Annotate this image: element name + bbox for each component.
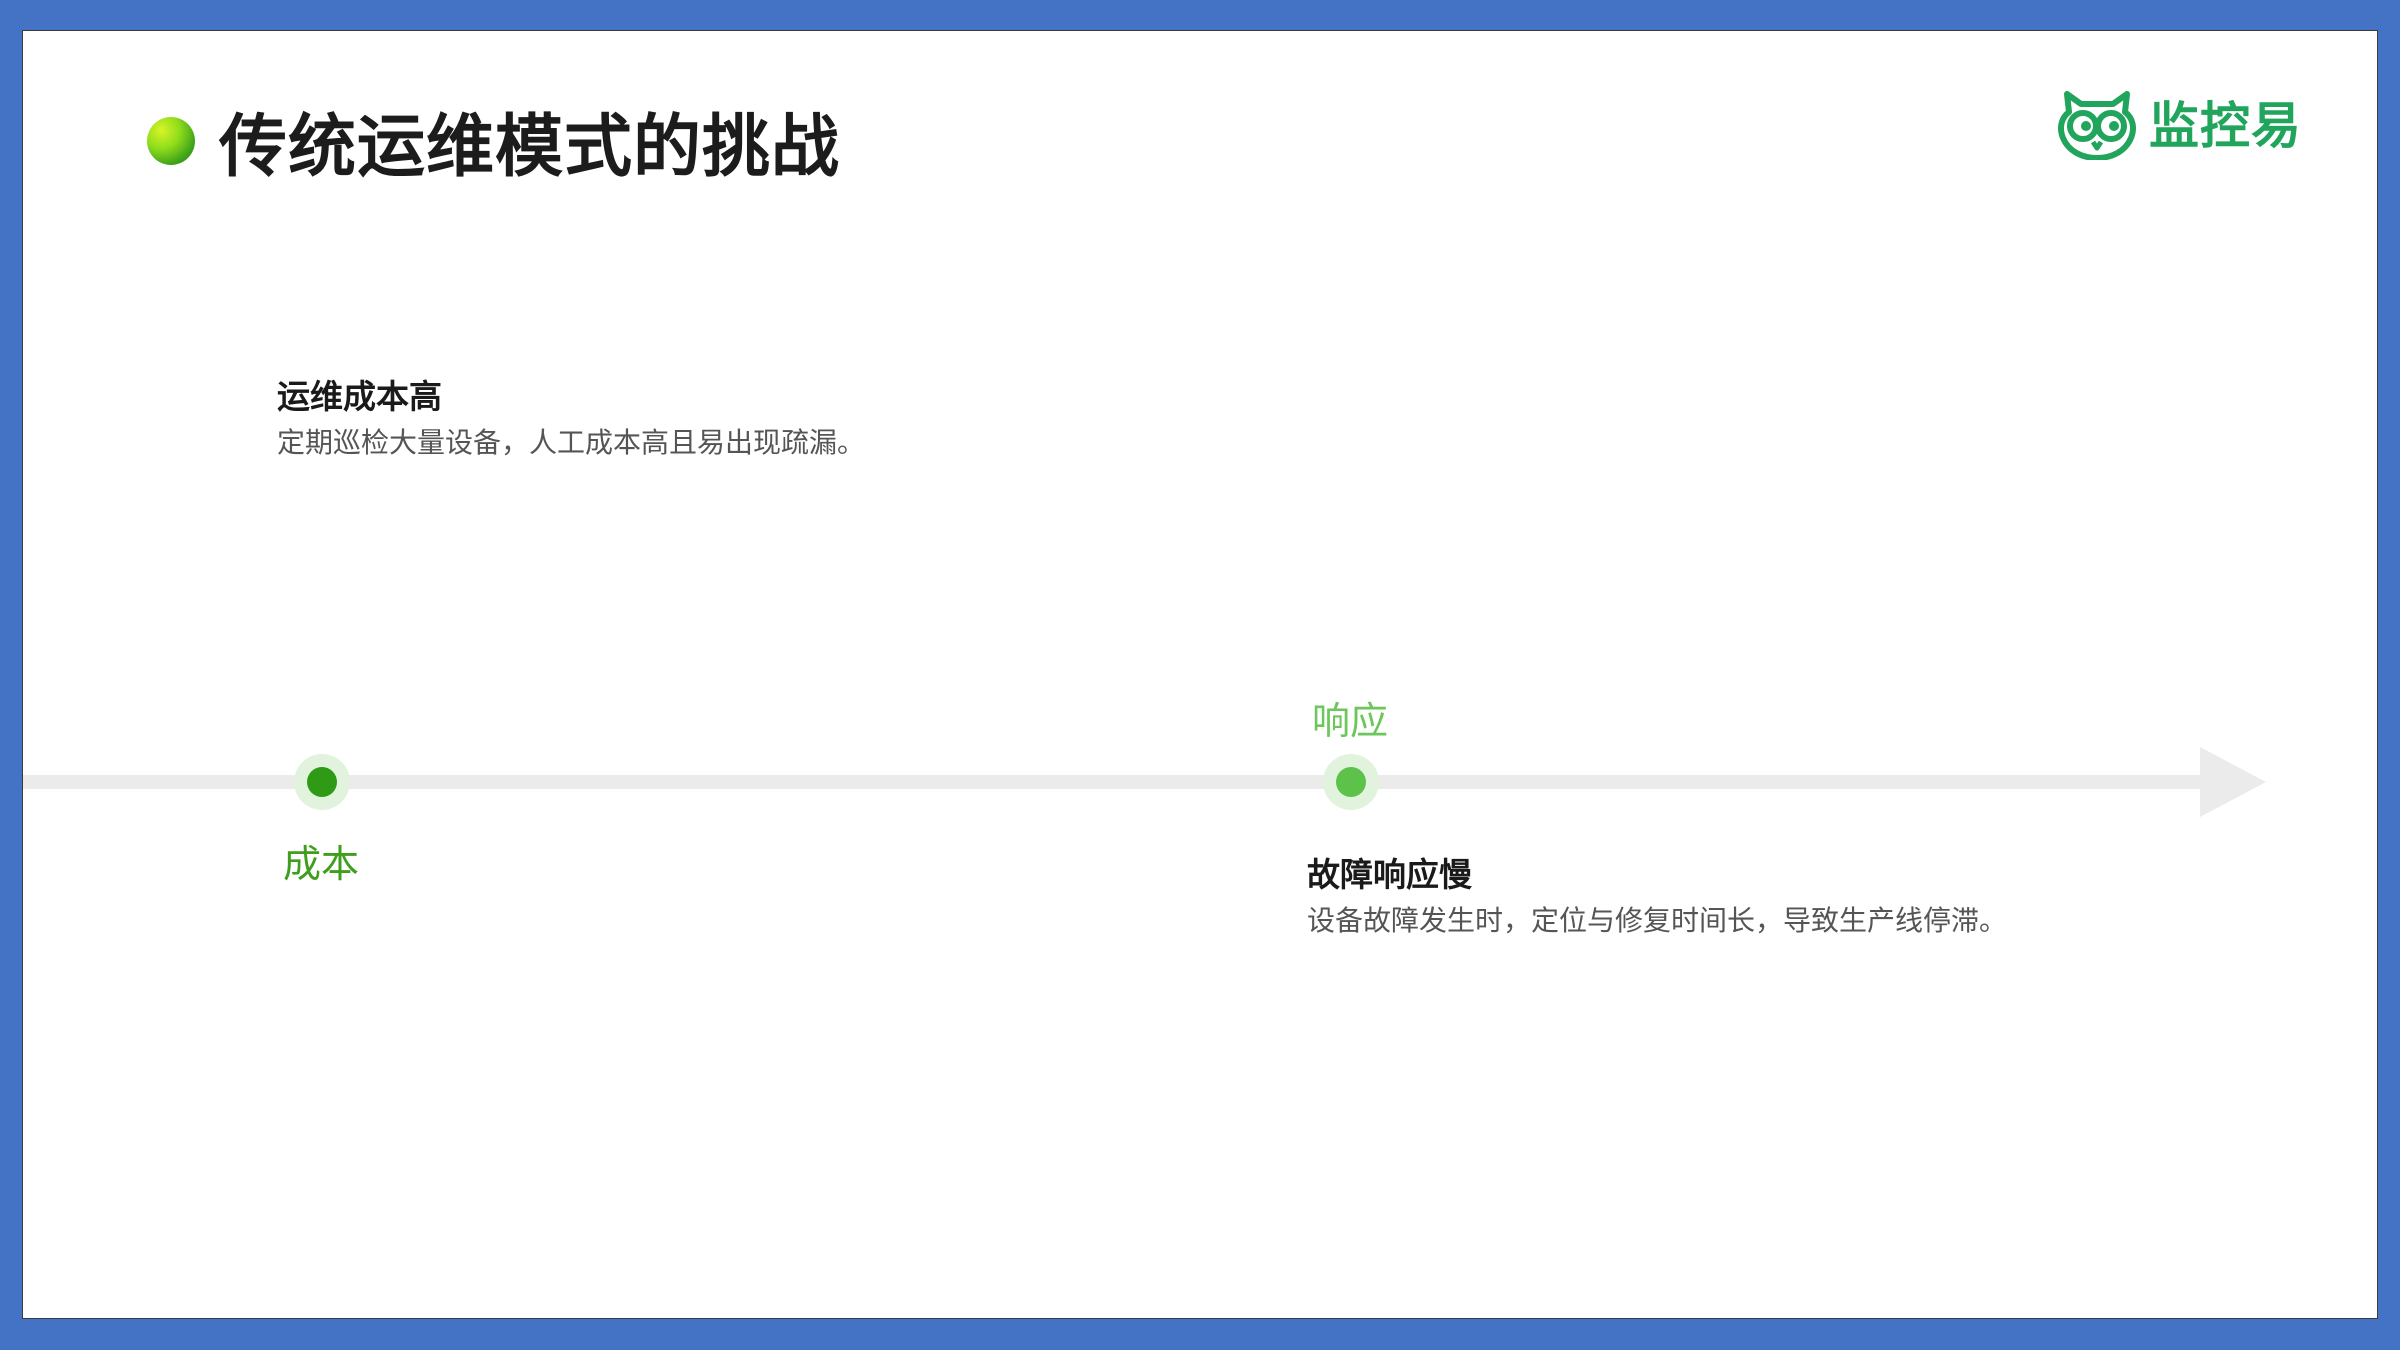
card-desc-response: 设备故障发生时，定位与修复时间长，导致生产线停滞。 bbox=[1307, 904, 2008, 937]
slide-title: 传统运维模式的挑战 bbox=[219, 108, 841, 187]
timeline-node-response bbox=[1323, 754, 1379, 810]
timeline-label-response: 响应 bbox=[1312, 699, 1389, 743]
card-title-response: 故障响应慢 bbox=[1307, 855, 1472, 894]
logo-text: 监控易 bbox=[2149, 97, 2302, 155]
card-desc-cost: 定期巡检大量设备，人工成本高且易出现疏漏。 bbox=[277, 426, 866, 459]
card-title-cost: 运维成本高 bbox=[277, 377, 442, 416]
timeline-line bbox=[23, 775, 2209, 789]
timeline-node-dot bbox=[1336, 767, 1366, 797]
timeline-node-cost bbox=[294, 754, 350, 810]
timeline-node-dot bbox=[307, 767, 337, 797]
brand-logo: 监控易 bbox=[2053, 77, 2302, 167]
green-sphere-icon bbox=[147, 117, 195, 165]
slide-frame: 传统运维模式的挑战 监控易 运维成本高 定期巡检大量设备，人工成本高且易出现疏漏… bbox=[0, 0, 2400, 1350]
arrow-right-icon bbox=[2200, 747, 2266, 817]
timeline-label-cost: 成本 bbox=[283, 842, 360, 886]
owl-icon bbox=[2058, 91, 2136, 160]
slide-canvas: 传统运维模式的挑战 监控易 运维成本高 定期巡检大量设备，人工成本高且易出现疏漏… bbox=[22, 30, 2378, 1319]
